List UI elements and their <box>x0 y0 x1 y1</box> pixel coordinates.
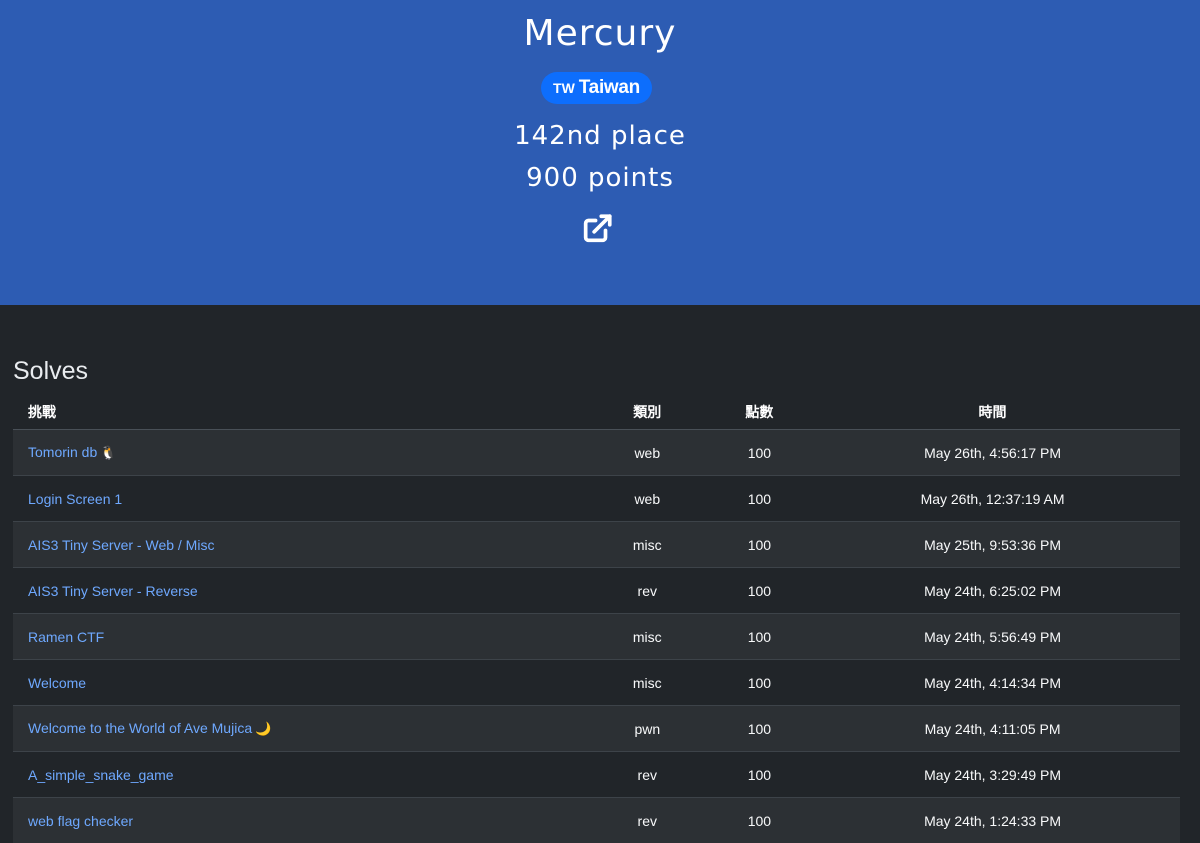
challenge-link[interactable]: Tomorin db <box>28 444 97 460</box>
time-cell: May 26th, 4:56:17 PM <box>805 430 1180 476</box>
time-cell: May 24th, 5:56:49 PM <box>805 614 1180 660</box>
challenge-link[interactable]: web flag checker <box>28 813 133 829</box>
table-row: A_simple_snake_game rev 100 May 24th, 3:… <box>13 752 1180 798</box>
table-row: Welcome misc 100 May 24th, 4:14:34 PM <box>13 660 1180 706</box>
challenge-link[interactable]: A_simple_snake_game <box>28 767 174 783</box>
column-header-category: 類別 <box>581 395 714 430</box>
points-cell: 100 <box>714 430 805 476</box>
time-cell: May 25th, 9:53:36 PM <box>805 522 1180 568</box>
points-cell: 100 <box>714 614 805 660</box>
table-row: AIS3 Tiny Server - Reverse rev 100 May 2… <box>13 568 1180 614</box>
team-place: 142nd place <box>0 116 1200 156</box>
points-cell: 100 <box>714 660 805 706</box>
category-cell: pwn <box>581 706 714 752</box>
table-row: Ramen CTF misc 100 May 24th, 5:56:49 PM <box>13 614 1180 660</box>
country-badge: TWTaiwan <box>541 72 652 104</box>
challenge-link[interactable]: Ramen CTF <box>28 629 104 645</box>
category-cell: rev <box>581 568 714 614</box>
table-row: Login Screen 1 web 100 May 26th, 12:37:1… <box>13 476 1180 522</box>
category-cell: misc <box>581 660 714 706</box>
challenge-link[interactable]: Login Screen 1 <box>28 491 122 507</box>
table-header-row: 挑戰 類別 點數 時間 <box>13 395 1180 430</box>
moon-emoji: 🌙 <box>255 722 271 737</box>
points-cell: 100 <box>714 568 805 614</box>
points-cell: 100 <box>714 798 805 843</box>
time-cell: May 24th, 4:14:34 PM <box>805 660 1180 706</box>
time-cell: May 24th, 3:29:49 PM <box>805 752 1180 798</box>
table-row: Tomorin db🐧 web 100 May 26th, 4:56:17 PM <box>13 430 1180 476</box>
time-cell: May 24th, 6:25:02 PM <box>805 568 1180 614</box>
points-cell: 100 <box>714 476 805 522</box>
category-cell: web <box>581 430 714 476</box>
challenge-link[interactable]: Welcome <box>28 675 86 691</box>
category-cell: misc <box>581 614 714 660</box>
column-header-time: 時間 <box>805 395 1180 430</box>
table-row: web flag checker rev 100 May 24th, 1:24:… <box>13 798 1180 843</box>
challenge-link[interactable]: Welcome to the World of Ave Mujica <box>28 720 252 736</box>
points-cell: 100 <box>714 752 805 798</box>
solves-section: Solves 挑戰 類別 點數 時間 Tomorin db🐧 web 100 M… <box>0 305 1200 842</box>
category-cell: rev <box>581 752 714 798</box>
country-code: TW <box>553 80 575 96</box>
table-row: AIS3 Tiny Server - Web / Misc misc 100 M… <box>13 522 1180 568</box>
team-name: Mercury <box>0 12 1200 56</box>
team-points: 900 points <box>0 158 1200 198</box>
penguin-emoji: 🐧 <box>100 446 116 461</box>
challenge-link[interactable]: AIS3 Tiny Server - Web / Misc <box>28 537 214 553</box>
category-cell: web <box>581 476 714 522</box>
points-cell: 100 <box>714 706 805 752</box>
category-cell: misc <box>581 522 714 568</box>
time-cell: May 24th, 1:24:33 PM <box>805 798 1180 843</box>
category-cell: rev <box>581 798 714 843</box>
solves-title: Solves <box>13 355 88 387</box>
challenge-link[interactable]: AIS3 Tiny Server - Reverse <box>28 583 198 599</box>
column-header-challenge: 挑戰 <box>13 395 581 430</box>
country-name: Taiwan <box>579 77 640 98</box>
time-cell: May 24th, 4:11:05 PM <box>805 706 1180 752</box>
column-header-points: 點數 <box>714 395 805 430</box>
team-header: Mercury TWTaiwan 142nd place 900 points <box>0 0 1200 305</box>
points-cell: 100 <box>714 522 805 568</box>
solves-table: 挑戰 類別 點數 時間 Tomorin db🐧 web 100 May 26th… <box>13 395 1180 843</box>
external-link-icon[interactable] <box>580 212 614 246</box>
time-cell: May 26th, 12:37:19 AM <box>805 476 1180 522</box>
table-row: Welcome to the World of Ave Mujica🌙 pwn … <box>13 706 1180 752</box>
